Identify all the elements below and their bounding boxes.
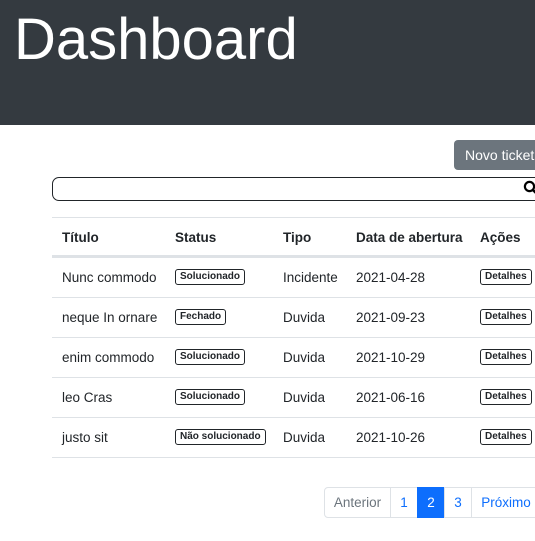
ticket-title: leo Cras [62, 390, 113, 405]
column-header-date: Data de abertura [356, 230, 463, 245]
details-button[interactable]: Detalhes [480, 309, 532, 326]
ticket-date: 2021-04-28 [356, 270, 426, 285]
page-title: Dashboard [14, 7, 298, 72]
column-header-type: Tipo [283, 230, 312, 245]
table-row: neque In ornare Fechado Duvida 2021-09-2… [52, 297, 535, 337]
ticket-date: 2021-06-16 [356, 390, 426, 405]
details-button[interactable]: Detalhes [480, 349, 532, 366]
table-bottom-border [52, 457, 535, 458]
status-badge: Solucionado [175, 269, 245, 286]
ticket-date: 2021-10-26 [356, 430, 426, 445]
ticket-title: Nunc commodo [62, 270, 157, 285]
ticket-title: neque In ornare [62, 310, 158, 325]
pagination-previous[interactable]: Anterior [324, 487, 391, 518]
table-row: Nunc commodo Solucionado Incidente 2021-… [52, 257, 535, 297]
ticket-type: Duvida [283, 310, 326, 325]
search-input[interactable] [61, 180, 511, 198]
column-header-title: Título [62, 230, 99, 245]
pagination-page-2[interactable]: 2 [417, 487, 445, 518]
ticket-type: Incidente [283, 270, 338, 285]
search-icon[interactable] [523, 180, 535, 196]
status-badge: Solucionado [175, 349, 245, 366]
details-button[interactable]: Detalhes [480, 389, 532, 406]
column-header-status: Status [175, 230, 217, 245]
details-button[interactable]: Detalhes [480, 429, 532, 446]
search-bar[interactable] [52, 177, 535, 201]
ticket-date: 2021-10-29 [356, 350, 426, 365]
pagination-page-1[interactable]: 1 [390, 487, 418, 518]
pagination-page-3[interactable]: 3 [444, 487, 472, 518]
table-row: enim commodo Solucionado Duvida 2021-10-… [52, 337, 535, 377]
header-bar: Dashboard [0, 0, 535, 125]
column-header-actions: Ações [480, 230, 521, 245]
new-ticket-button[interactable]: Novo ticket [454, 140, 535, 170]
status-badge: Não solucionado [175, 429, 266, 446]
table-header-row: Título Status Tipo Data de abertura Açõe… [52, 217, 535, 257]
ticket-date: 2021-09-23 [356, 310, 426, 325]
pagination: Anterior 1 2 3 Próximo [324, 487, 535, 518]
status-badge: Fechado [175, 309, 227, 326]
ticket-title: justo sit [62, 430, 108, 445]
table-row: justo sit Não solucionado Duvida 2021-10… [52, 417, 535, 457]
ticket-type: Duvida [283, 390, 326, 405]
ticket-type: Duvida [283, 350, 326, 365]
table-row: leo Cras Solucionado Duvida 2021-06-16 D… [52, 377, 535, 417]
status-badge: Solucionado [175, 389, 245, 406]
ticket-title: enim commodo [62, 350, 155, 365]
ticket-type: Duvida [283, 430, 326, 445]
pagination-next[interactable]: Próximo [471, 487, 535, 518]
details-button[interactable]: Detalhes [480, 269, 532, 286]
